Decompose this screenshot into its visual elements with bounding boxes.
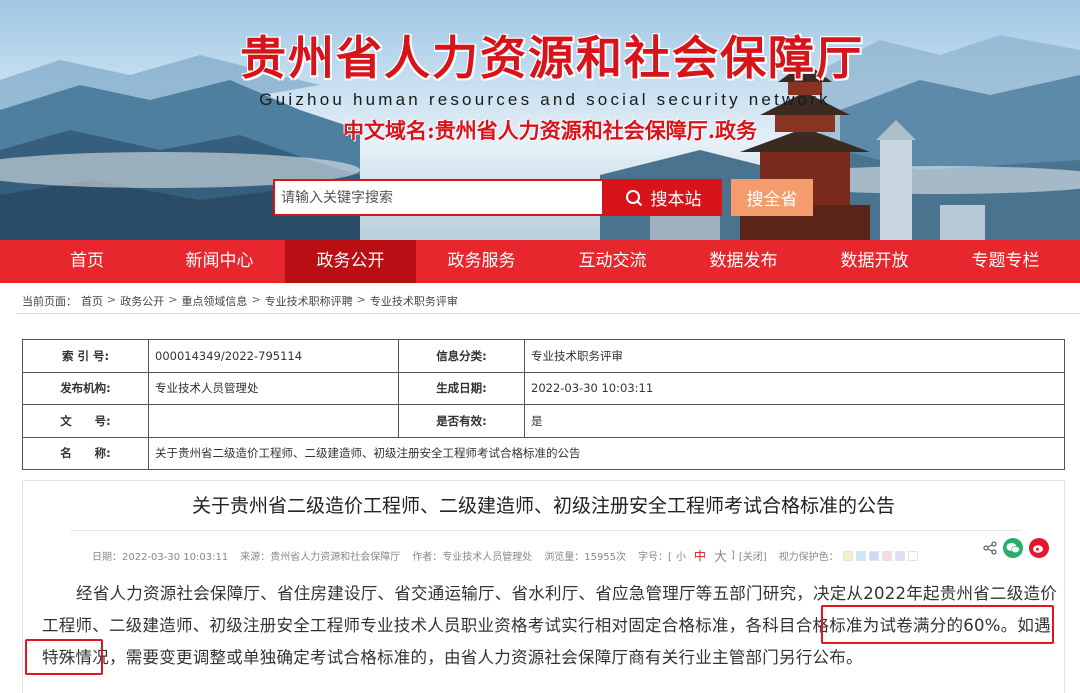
breadcrumb-key-info[interactable]: 重点领域信息 [181, 293, 247, 309]
font-size-close-bracket: ] [730, 550, 735, 561]
breadcrumb-gov-affairs[interactable]: 政务公开 [120, 293, 164, 309]
eye-care-swatch[interactable] [842, 550, 853, 561]
date-label: 生成日期: [398, 371, 525, 405]
nav-item-news[interactable]: 新闻中心 [154, 240, 285, 283]
name-value: 关于贵州省二级造价工程师、二级建造师、初级注册安全工程师考试合格标准的公告 [148, 436, 1065, 470]
nav-item-gov-affairs[interactable]: 政务公开 [285, 240, 416, 283]
breadcrumb-separator: > [251, 293, 261, 306]
valid-value: 是 [524, 404, 1065, 438]
eye-care-label: 视力保护色： [778, 552, 839, 563]
category-label: 信息分类: [398, 339, 525, 373]
highlight-annotation [821, 605, 1054, 644]
nav-item-data-release[interactable]: 数据发布 [678, 240, 809, 283]
docno-value [148, 404, 399, 438]
highlight-annotation [25, 639, 103, 675]
breadcrumb-separator: > [356, 293, 366, 306]
document-info-table: 索 引 号: 000014349/2022-795114 信息分类: 专业技术职… [22, 339, 1065, 470]
weibo-share-icon[interactable] [1029, 538, 1049, 558]
article-title-divider [70, 530, 1022, 531]
table-row: 发布机构: 专业技术人员管理处 生成日期: 2022-03-30 10:03:1… [22, 371, 1065, 405]
share-bar [983, 538, 1049, 558]
eye-care-swatch[interactable] [907, 550, 918, 561]
wechat-icon [1006, 543, 1020, 554]
nav-item-special-topics[interactable]: 专题专栏 [940, 240, 1071, 283]
table-row: 文 号: 是否有效: 是 [22, 404, 1065, 438]
site-subtitle: Guizhou human resources and social secur… [259, 90, 831, 109]
breadcrumb-home[interactable]: 首页 [81, 293, 103, 309]
eye-care-swatch[interactable] [894, 550, 905, 561]
table-row: 名 称: 关于贵州省二级造价工程师、二级建造师、初级注册安全工程师考试合格标准的… [22, 436, 1065, 470]
eye-care-swatch[interactable] [855, 550, 866, 561]
valid-label: 是否有效: [398, 404, 525, 438]
table-row: 索 引 号: 000014349/2022-795114 信息分类: 专业技术职… [22, 339, 1065, 373]
wechat-share-icon[interactable] [1003, 538, 1023, 558]
index-value: 000014349/2022-795114 [148, 339, 399, 373]
breadcrumb-divider [16, 313, 1080, 314]
share-icon[interactable] [983, 541, 997, 555]
article-meta: 日期：2022-03-30 10:03:11 来源：贵州省人力资源和社会保障厅 … [92, 546, 921, 565]
nav-item-gov-services[interactable]: 政务服务 [416, 240, 547, 283]
breadcrumb-post-review[interactable]: 专业技术职务评审 [370, 293, 458, 309]
nav-item-open-data[interactable]: 数据开放 [809, 240, 940, 283]
site-domain: 中文域名:贵州省人力资源和社会保障厅.政务 [342, 118, 758, 143]
font-size-medium[interactable]: 中 [694, 547, 706, 564]
meta-author: 作者：专业技术人员管理处 [412, 552, 533, 563]
search-all-button[interactable]: 搜全省 [731, 179, 813, 216]
eye-care-swatch[interactable] [881, 550, 892, 561]
search-input[interactable] [273, 179, 604, 216]
font-size-small[interactable]: 小 [676, 548, 686, 563]
docno-label: 文 号: [22, 404, 149, 438]
breadcrumb-title-eval[interactable]: 专业技术职称评聘 [265, 293, 353, 309]
nav-item-home[interactable]: 首页 [0, 240, 154, 283]
breadcrumb-separator: > [168, 293, 178, 306]
search-site-label: 搜本站 [650, 190, 702, 210]
font-size-large[interactable]: 大 [714, 546, 727, 565]
main-nav: 首页 新闻中心 政务公开 政务服务 互动交流 数据发布 数据开放 专题专栏 [0, 240, 1080, 283]
breadcrumb: 当前页面： 首页 > 政务公开 > 重点领域信息 > 专业技术职称评聘 > 专业… [22, 293, 458, 309]
search-site-button[interactable]: 搜本站 [604, 179, 722, 216]
org-label: 发布机构: [22, 371, 149, 405]
site-title: 贵州省人力资源和社会保障厅 [240, 31, 864, 85]
article-title: 关于贵州省二级造价工程师、二级建造师、初级注册安全工程师考试合格标准的公告 [191, 495, 895, 517]
meta-date: 日期：2022-03-30 10:03:11 [92, 552, 229, 563]
font-size-label: 字号：[ [638, 552, 672, 563]
close-page-link[interactable]: [关闭] [739, 548, 767, 563]
index-label: 索 引 号: [22, 339, 149, 373]
weibo-icon [1033, 545, 1043, 553]
breadcrumb-separator: > [107, 293, 117, 306]
name-label: 名 称: [22, 436, 149, 470]
meta-source: 来源：贵州省人力资源和社会保障厅 [240, 552, 401, 563]
site-banner: 贵州省人力资源和社会保障厅 Guizhou human resources an… [0, 0, 1080, 240]
date-value: 2022-03-30 10:03:11 [524, 371, 1065, 405]
meta-views: 浏览量：15955次 [544, 552, 627, 563]
category-value: 专业技术职务评审 [524, 339, 1065, 373]
search-icon [625, 189, 642, 206]
nav-item-interaction[interactable]: 互动交流 [547, 240, 678, 283]
breadcrumb-prefix: 当前页面： [22, 295, 77, 308]
eye-care-swatch[interactable] [868, 550, 879, 561]
org-value: 专业技术人员管理处 [148, 371, 399, 405]
